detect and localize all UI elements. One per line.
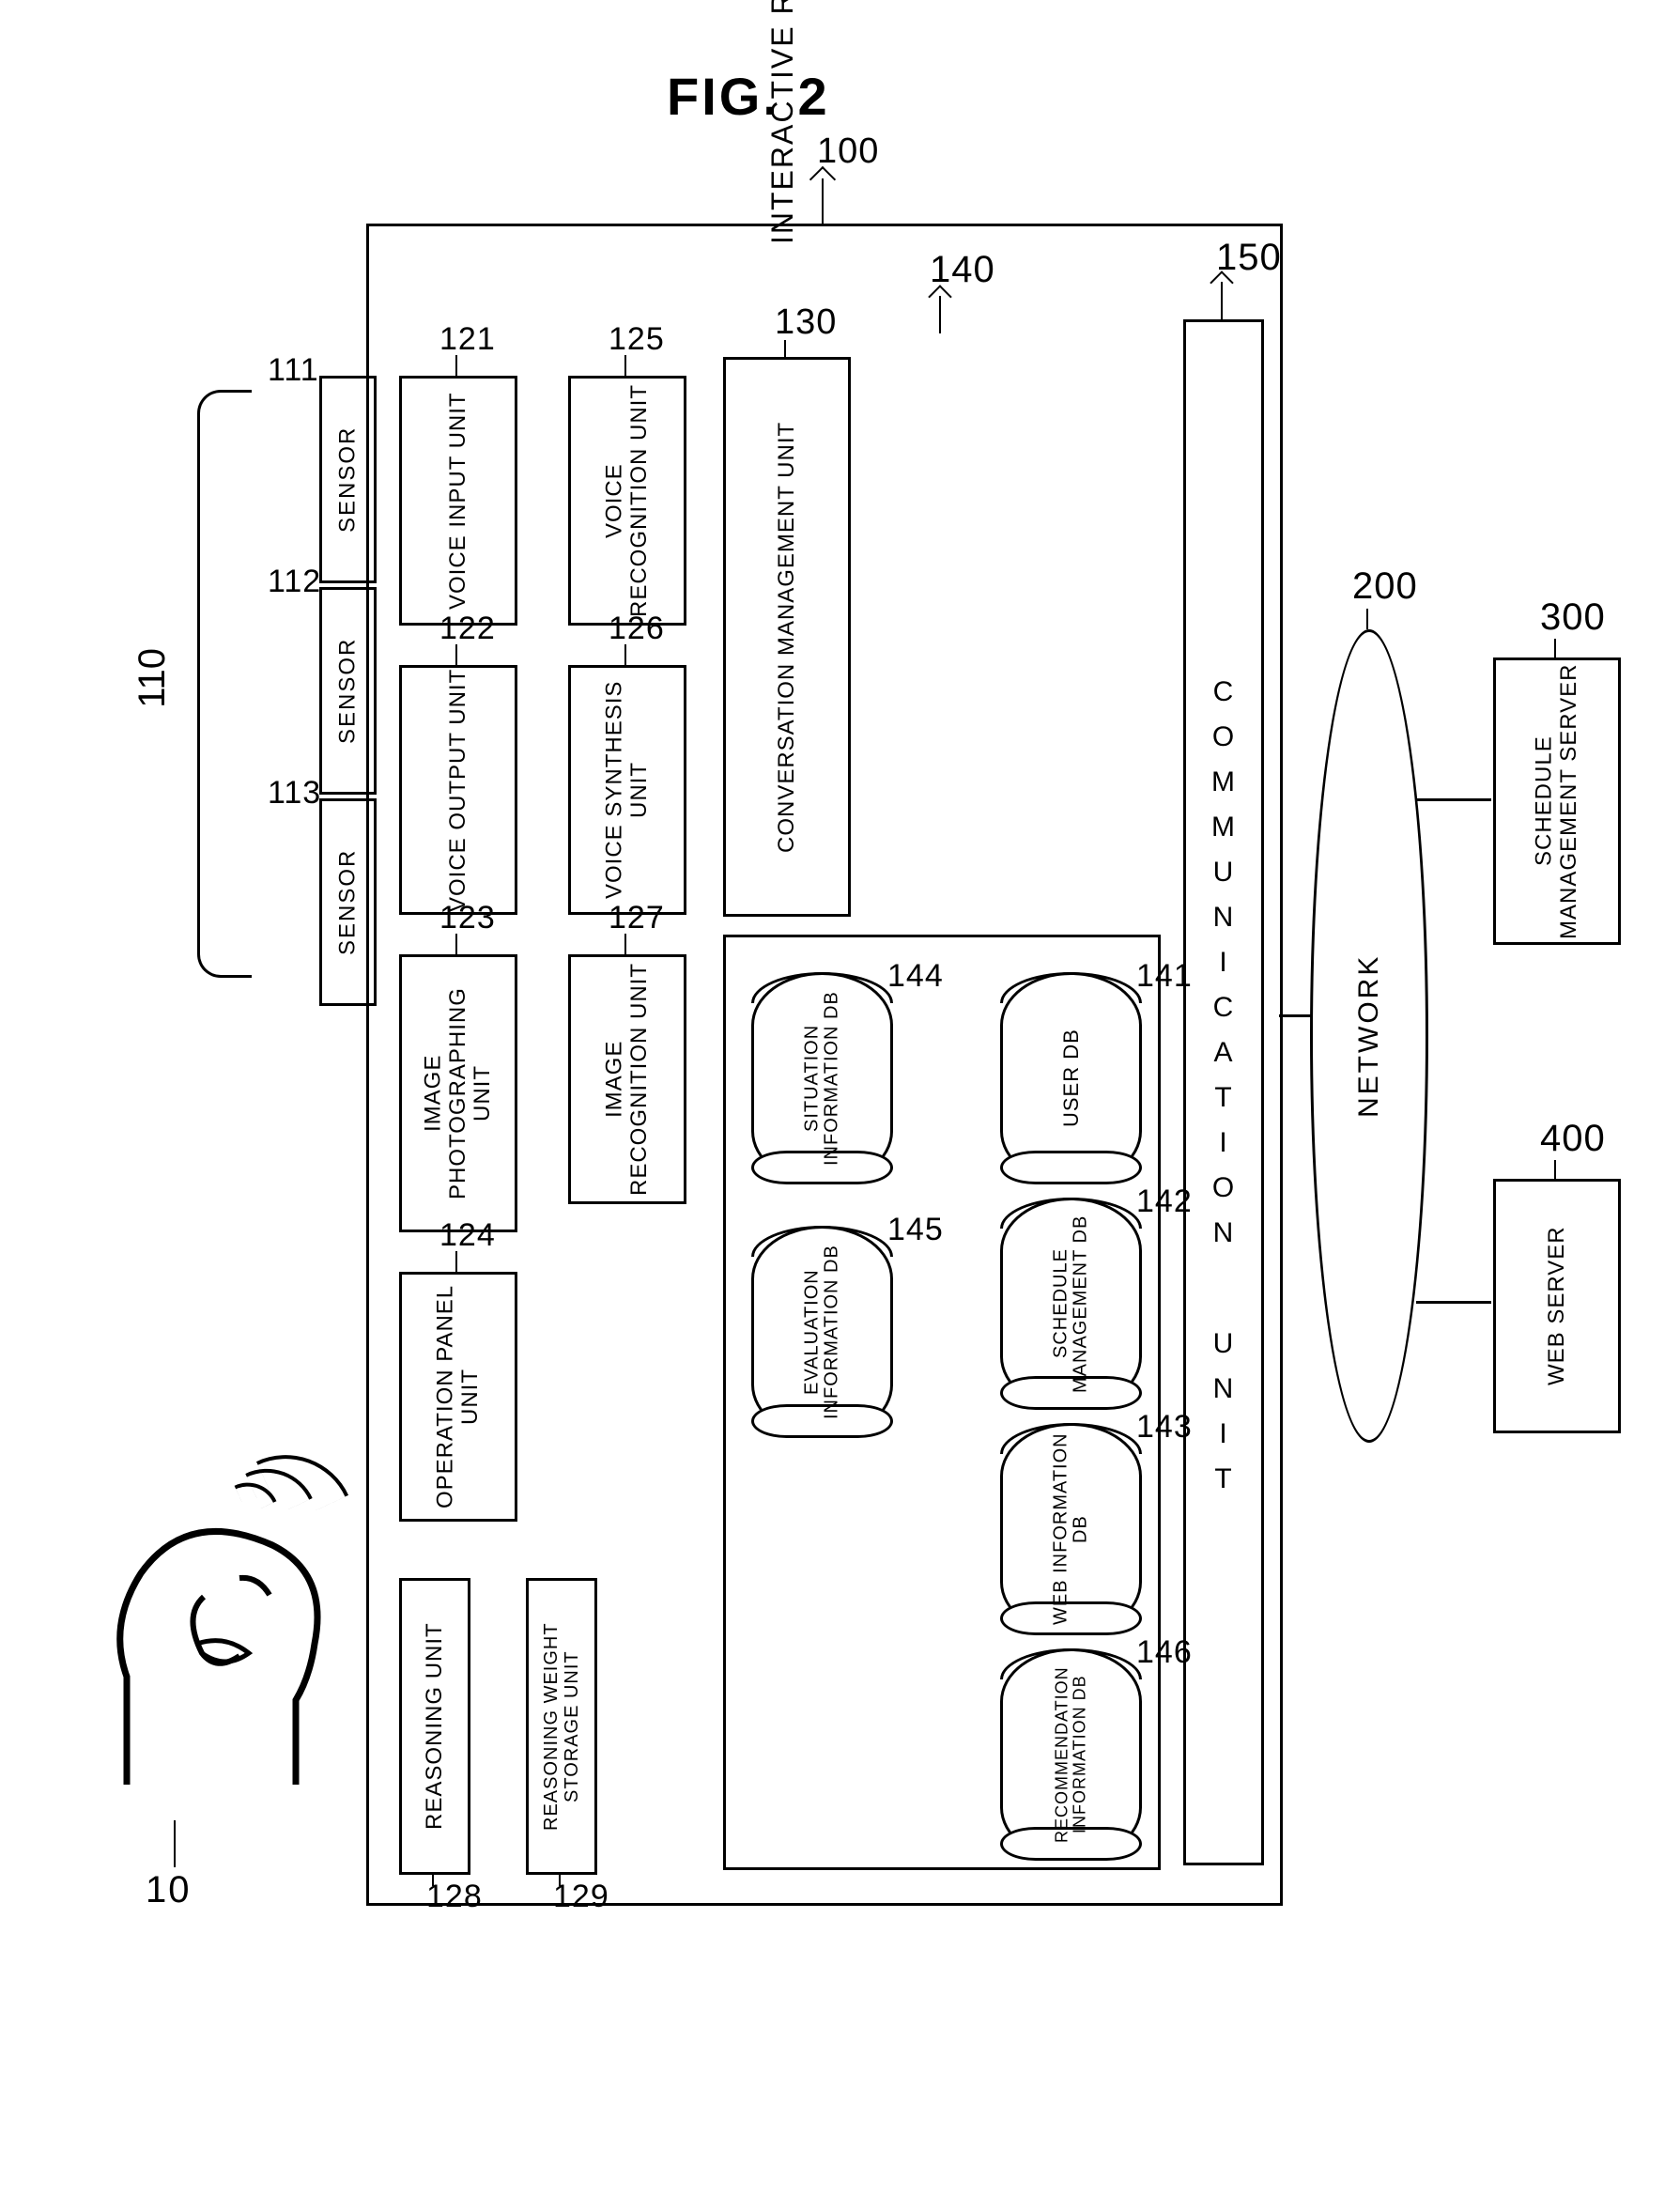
voice-output-unit: VOICE OUTPUT UNIT <box>399 665 517 915</box>
lead <box>432 1873 434 1886</box>
sensor-label: SENSOR <box>335 638 362 744</box>
block-label: VOICE SYNTHESIS UNIT <box>603 668 653 912</box>
sensor-label: SENSOR <box>335 849 362 955</box>
voice-recognition-unit: VOICE RECOGNITION UNIT <box>568 376 686 626</box>
interactive-robot-title: INTERACTIVE ROBOT <box>765 0 800 244</box>
ref-125: 125 <box>609 321 665 358</box>
network-node: NETWORK <box>1310 629 1428 1443</box>
block-label: REASONING UNIT <box>423 1623 447 1831</box>
ref-128: 128 <box>426 1879 483 1915</box>
lead <box>624 934 626 954</box>
block-label: VOICE INPUT UNIT <box>446 392 470 610</box>
db-label: RECOMMENDATION INFORMATION DB <box>1054 1651 1089 1858</box>
block-label: VOICE RECOGNITION UNIT <box>603 379 653 623</box>
lead-100 <box>822 178 824 224</box>
sensor-111: SENSOR <box>319 376 377 583</box>
conn-robot-network <box>1279 1014 1312 1017</box>
ref-300: 300 <box>1540 596 1606 639</box>
ref-150: 150 <box>1216 237 1282 279</box>
ref-100: 100 <box>817 131 879 172</box>
lead-200 <box>1366 609 1368 629</box>
block-label: IMAGE RECOGNITION UNIT <box>603 957 653 1201</box>
sensor-113: SENSOR <box>319 798 377 1006</box>
block-label: OPERATION PANEL UNIT <box>434 1275 484 1519</box>
block-label: VOICE OUTPUT UNIT <box>446 668 470 911</box>
lead <box>455 644 457 665</box>
sensor-112: SENSOR <box>319 587 377 795</box>
voice-synthesis-unit: VOICE SYNTHESIS UNIT <box>568 665 686 915</box>
ext-label: SCHEDULE MANAGEMENT SERVER <box>1533 660 1582 942</box>
schedule-management-server: SCHEDULE MANAGEMENT SERVER <box>1493 657 1621 945</box>
ref-126: 126 <box>609 611 665 647</box>
evaluation-information-db: EVALUATION INFORMATION DB <box>751 1226 893 1438</box>
ref-124: 124 <box>439 1217 496 1254</box>
ref-144: 144 <box>887 958 944 995</box>
lead-300 <box>1554 639 1556 657</box>
db-label: WEB INFORMATION DB <box>1052 1426 1091 1632</box>
ref-129: 129 <box>553 1879 609 1915</box>
lead-10 <box>174 1820 176 1867</box>
reasoning-unit: REASONING UNIT <box>399 1578 470 1875</box>
figure-title: FIG. 2 <box>667 66 830 127</box>
sensor-label: SENSOR <box>335 426 362 533</box>
communication-unit: COMMUNICATIONUNIT <box>1183 319 1264 1865</box>
ref-113: 113 <box>268 775 321 812</box>
web-server: WEB SERVER <box>1493 1179 1621 1433</box>
network-label: NETWORK <box>1353 954 1385 1118</box>
ref-10: 10 <box>146 1869 192 1911</box>
user-db: USER DB <box>1000 972 1142 1184</box>
sensor-brace <box>197 390 252 978</box>
ref-122: 122 <box>439 611 496 647</box>
lead <box>624 644 626 665</box>
voice-input-unit: VOICE INPUT UNIT <box>399 376 517 626</box>
db-label: EVALUATION INFORMATION DB <box>803 1229 842 1435</box>
conversation-management-unit: CONVERSATION MANAGEMENT UNIT <box>723 357 851 917</box>
ref-111: 111 <box>268 352 319 389</box>
lead <box>455 1251 457 1272</box>
situation-information-db: SITUATION INFORMATION DB <box>751 972 893 1184</box>
db-label: SITUATION INFORMATION DB <box>803 975 842 1182</box>
operation-panel-unit: OPERATION PANEL UNIT <box>399 1272 517 1522</box>
ref-112: 112 <box>268 564 321 600</box>
ref-110: 110 <box>131 648 174 708</box>
schedule-management-db: SCHEDULE MANAGEMENT DB <box>1000 1198 1142 1410</box>
lead <box>455 934 457 954</box>
conn-net-300 <box>1416 798 1491 801</box>
conn-net-400 <box>1416 1301 1491 1304</box>
ref-123: 123 <box>439 900 496 936</box>
lead-150 <box>1221 282 1223 319</box>
db-label: SCHEDULE MANAGEMENT DB <box>1052 1200 1091 1407</box>
web-information-db: WEB INFORMATION DB <box>1000 1423 1142 1635</box>
ref-130: 130 <box>775 302 837 343</box>
image-photographing-unit: IMAGE PHOTOGRAPHING UNIT <box>399 954 517 1232</box>
block-label: REASONING WEIGHT STORAGE UNIT <box>541 1581 582 1872</box>
ext-label: WEB SERVER <box>1545 1227 1569 1386</box>
image-recognition-unit: IMAGE RECOGNITION UNIT <box>568 954 686 1204</box>
ref-127: 127 <box>609 900 665 936</box>
ref-121: 121 <box>439 321 496 358</box>
lead-140 <box>939 296 941 333</box>
lead <box>784 340 786 357</box>
ref-200: 200 <box>1352 565 1418 608</box>
user-icon <box>99 1512 333 1785</box>
lead <box>455 355 457 376</box>
ref-400: 400 <box>1540 1118 1606 1160</box>
lead <box>624 355 626 376</box>
ref-145: 145 <box>887 1212 944 1248</box>
communication-unit-label: COMMUNICATIONUNIT <box>1211 676 1236 1508</box>
reasoning-weight-storage-unit: REASONING WEIGHT STORAGE UNIT <box>526 1578 597 1875</box>
recommendation-information-db: RECOMMENDATION INFORMATION DB <box>1000 1648 1142 1861</box>
block-label: CONVERSATION MANAGEMENT UNIT <box>775 421 799 852</box>
db-label: USER DB <box>1060 1029 1082 1128</box>
lead-400 <box>1554 1160 1556 1179</box>
block-label: IMAGE PHOTOGRAPHING UNIT <box>421 957 495 1230</box>
lead <box>559 1873 561 1886</box>
